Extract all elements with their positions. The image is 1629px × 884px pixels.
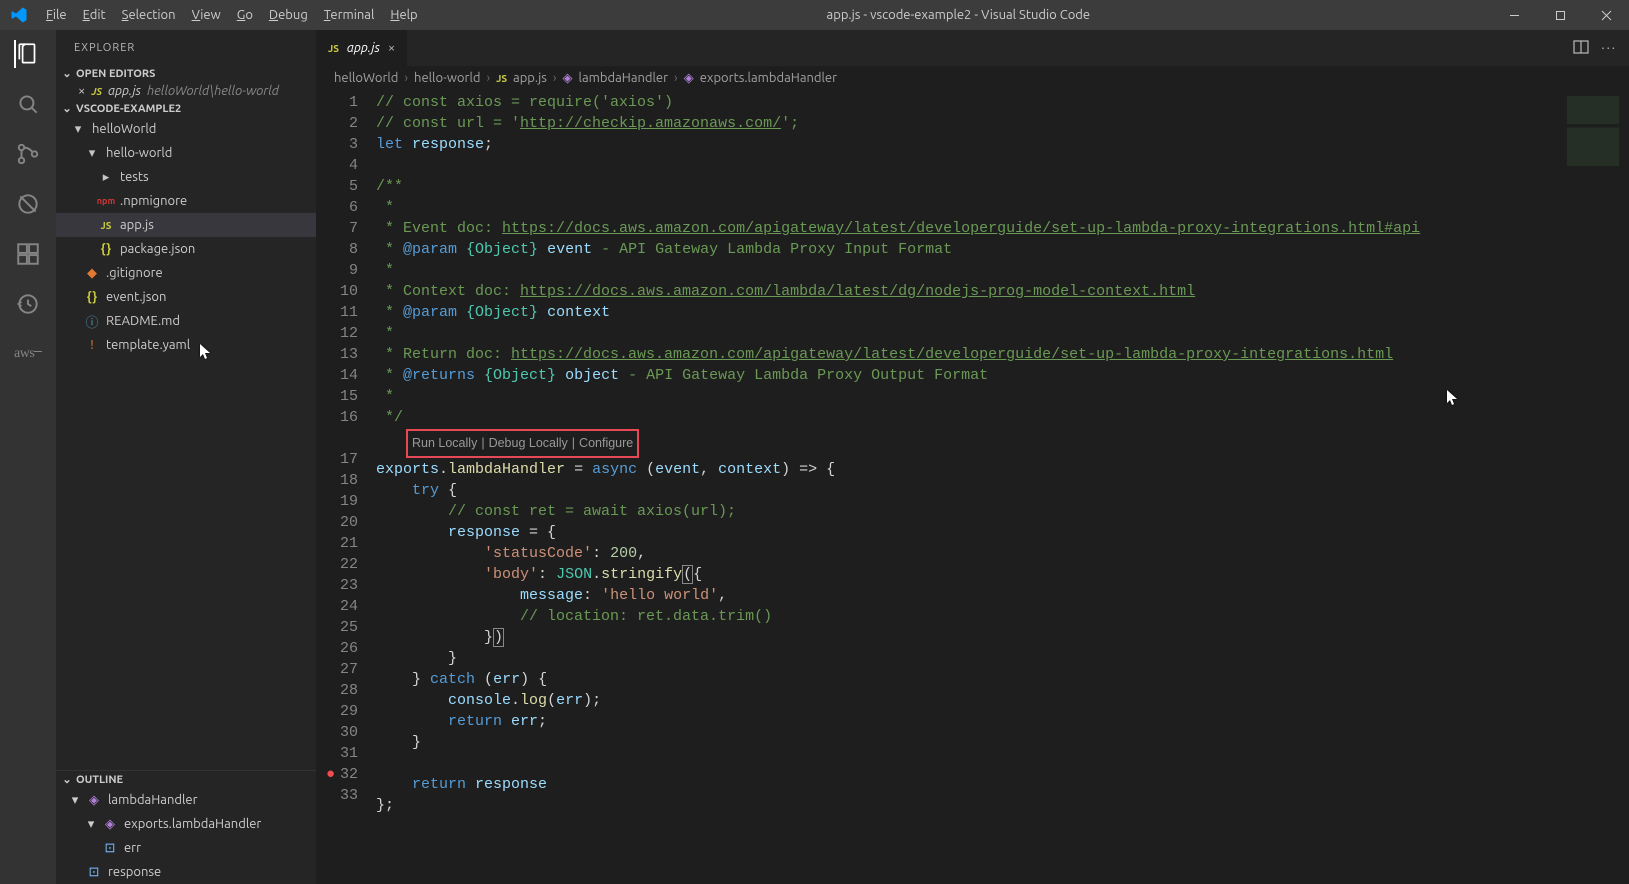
minimap[interactable] bbox=[1559, 90, 1629, 884]
close-editor-icon[interactable]: × bbox=[78, 84, 85, 98]
title-bar: FFileile Edit Selection View Go Debug Te… bbox=[0, 0, 1629, 30]
outline-item-response[interactable]: ⊡response bbox=[56, 860, 316, 884]
menu-edit[interactable]: Edit bbox=[75, 4, 114, 26]
minimize-button[interactable] bbox=[1491, 0, 1537, 30]
tree-item--npmignore[interactable]: npm.npmignore bbox=[56, 189, 316, 213]
history-icon[interactable] bbox=[14, 290, 42, 318]
split-editor-icon[interactable] bbox=[1573, 39, 1589, 58]
tree-item-event-json[interactable]: {}event.json bbox=[56, 285, 316, 309]
menu-help[interactable]: Help bbox=[382, 4, 425, 26]
codelens-run-locally[interactable]: Run Locally bbox=[408, 436, 481, 450]
outline-header[interactable]: ⌄OUTLINE bbox=[56, 771, 316, 788]
tab-app-js[interactable]: JS app.js × bbox=[316, 30, 408, 66]
menu-file[interactable]: FFileile bbox=[38, 4, 75, 26]
explorer-title: EXPLORER bbox=[56, 30, 316, 65]
menu-terminal[interactable]: Terminal bbox=[316, 4, 383, 26]
explorer-sidebar: EXPLORER ⌄OPEN EDITORS × JS app.js hello… bbox=[56, 30, 316, 884]
explorer-icon[interactable] bbox=[14, 40, 42, 68]
open-editor-path: helloWorld\hello-world bbox=[147, 84, 279, 98]
editor-tabs: JS app.js × ··· bbox=[316, 30, 1629, 66]
aws-icon[interactable]: aws bbox=[14, 340, 42, 368]
menu-view[interactable]: View bbox=[184, 4, 229, 26]
codelens-configure[interactable]: Configure bbox=[575, 436, 637, 450]
outline-item-exports-lambdahandler[interactable]: ▾◈exports.lambdaHandler bbox=[56, 812, 316, 836]
tree-item-hello-world[interactable]: ▾hello-world bbox=[56, 141, 316, 165]
tree-item-tests[interactable]: ▸tests bbox=[56, 165, 316, 189]
vscode-logo-icon bbox=[10, 6, 28, 24]
close-button[interactable] bbox=[1583, 0, 1629, 30]
open-editor-name: app.js bbox=[108, 84, 141, 98]
outline-tree: ▾◈lambdaHandler▾◈exports.lambdaHandler⊡e… bbox=[56, 788, 316, 884]
maximize-button[interactable] bbox=[1537, 0, 1583, 30]
tree-item-package-json[interactable]: {}package.json bbox=[56, 237, 316, 261]
code-area[interactable]: 12345678910111213141516 1718192021222324… bbox=[316, 90, 1629, 884]
outline-item-lambdahandler[interactable]: ▾◈lambdaHandler bbox=[56, 788, 316, 812]
tree-item-readme-md[interactable]: ⓘREADME.md bbox=[56, 309, 316, 333]
open-editor-item[interactable]: × JS app.js helloWorld\hello-world bbox=[56, 82, 316, 100]
menu-selection[interactable]: Selection bbox=[114, 4, 184, 26]
window-title: app.js - vscode-example2 - Visual Studio… bbox=[426, 8, 1491, 22]
outline-item-err[interactable]: ⊡err bbox=[56, 836, 316, 860]
file-tree: ▾helloWorld▾hello-world▸testsnpm.npmigno… bbox=[56, 117, 316, 770]
tree-item--gitignore[interactable]: ◆.gitignore bbox=[56, 261, 316, 285]
debug-icon[interactable] bbox=[14, 190, 42, 218]
breadcrumb[interactable]: helloWorld› hello-world› JSapp.js› ◈lamb… bbox=[316, 66, 1629, 90]
tree-item-app-js[interactable]: JSapp.js bbox=[56, 213, 316, 237]
source-control-icon[interactable] bbox=[14, 140, 42, 168]
more-actions-icon[interactable]: ··· bbox=[1601, 41, 1617, 55]
js-file-icon: JS bbox=[91, 86, 102, 97]
activity-bar: aws bbox=[0, 30, 56, 884]
js-file-icon: JS bbox=[328, 43, 339, 54]
menu-go[interactable]: Go bbox=[229, 4, 261, 26]
tab-label: app.js bbox=[347, 41, 380, 55]
menu-debug[interactable]: Debug bbox=[261, 4, 316, 26]
line-gutter: 12345678910111213141516 1718192021222324… bbox=[316, 90, 376, 884]
close-tab-icon[interactable]: × bbox=[388, 41, 395, 55]
tree-item-helloworld[interactable]: ▾helloWorld bbox=[56, 117, 316, 141]
codelens-actions[interactable]: Run Locally|Debug Locally|Configure bbox=[406, 429, 639, 458]
menu-bar: FFileile Edit Selection View Go Debug Te… bbox=[38, 4, 426, 26]
codelens-debug-locally[interactable]: Debug Locally bbox=[485, 436, 572, 450]
code-content[interactable]: // const axios = require('axios')// cons… bbox=[376, 90, 1559, 884]
project-header[interactable]: ⌄VSCODE-EXAMPLE2 bbox=[56, 100, 316, 117]
open-editors-header[interactable]: ⌄OPEN EDITORS bbox=[56, 65, 316, 82]
extensions-icon[interactable] bbox=[14, 240, 42, 268]
search-icon[interactable] bbox=[14, 90, 42, 118]
editor-group: JS app.js × ··· helloWorld› hello-world›… bbox=[316, 30, 1629, 884]
tree-item-template-yaml[interactable]: !template.yaml bbox=[56, 333, 316, 357]
